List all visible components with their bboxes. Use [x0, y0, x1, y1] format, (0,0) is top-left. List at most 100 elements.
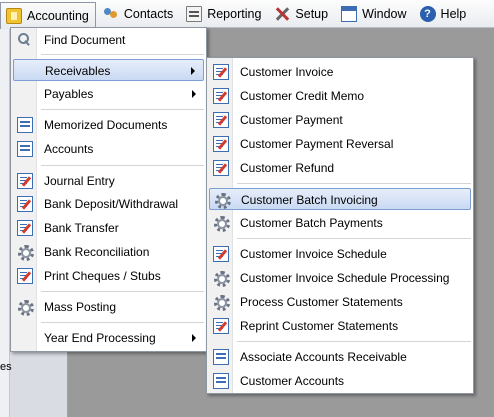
accounting-icon [6, 7, 22, 24]
gear-icon [213, 215, 230, 232]
contacts-icon [103, 6, 119, 22]
menu-item-label: Customer Batch Invoicing [241, 193, 378, 207]
reporting-icon [186, 5, 203, 22]
menu-item-find-document[interactable]: Find Document [13, 29, 204, 51]
menu-item-process-customer-statements[interactable]: Process Customer Statements [209, 291, 471, 313]
menu-item-label: Bank Deposit/Withdrawal [44, 197, 179, 211]
gear-icon [214, 192, 231, 209]
menu-item-label: Bank Reconciliation [44, 245, 150, 259]
menu-help[interactable]: ? Help [415, 2, 473, 26]
menu-separator [237, 341, 471, 342]
search-icon [17, 32, 33, 48]
menu-item-label: Journal Entry [44, 174, 115, 188]
menu-separator [237, 238, 471, 239]
menu-item-journal-entry[interactable]: Journal Entry [13, 170, 204, 192]
document-edit-icon [213, 112, 229, 128]
menu-item-label: Mass Posting [44, 300, 117, 314]
document-edit-icon [213, 64, 229, 80]
menu-item-bank-transfer[interactable]: Bank Transfer [13, 217, 204, 239]
gear-icon [17, 299, 34, 316]
menu-item-customer-invoice-schedule-processing[interactable]: Customer Invoice Schedule Processing [209, 267, 471, 289]
menu-item-receivables[interactable]: Receivables [13, 59, 204, 81]
left-panel-text: es [0, 361, 12, 373]
menu-separator [41, 322, 204, 323]
submenu-arrow-icon [192, 334, 196, 342]
menu-item-label: Process Customer Statements [240, 295, 403, 309]
menu-separator [41, 291, 204, 292]
gear-icon [17, 244, 34, 261]
menu-separator [237, 183, 471, 184]
menu-window[interactable]: Window [336, 2, 412, 26]
menu-item-customer-refund[interactable]: Customer Refund [209, 157, 471, 179]
menu-accounting-label: Accounting [27, 8, 89, 23]
menu-accounting[interactable]: Accounting [0, 1, 96, 29]
menu-item-label: Customer Invoice Schedule [240, 247, 387, 261]
menu-item-payables[interactable]: Payables [13, 83, 204, 105]
receivables-menu: Customer Invoice Customer Credit Memo Cu… [206, 57, 474, 394]
menu-item-customer-accounts[interactable]: Customer Accounts [209, 370, 471, 392]
menu-item-label: Print Cheques / Stubs [44, 269, 161, 283]
list-icon [213, 349, 229, 365]
accounting-menu: Find Document Receivables Payables Memor… [10, 27, 207, 352]
menu-item-customer-credit-memo[interactable]: Customer Credit Memo [209, 85, 471, 107]
menu-item-label: Customer Invoice [240, 65, 334, 79]
window-icon [341, 5, 358, 22]
list-icon [17, 117, 33, 133]
menu-separator [41, 109, 204, 110]
menu-setup-label: Setup [295, 6, 329, 21]
menu-item-mass-posting[interactable]: Mass Posting [13, 296, 204, 318]
menu-item-label: Customer Refund [240, 161, 335, 175]
document-edit-icon [213, 246, 229, 262]
menu-item-accounts[interactable]: Accounts [13, 138, 204, 160]
menu-item-label: Customer Credit Memo [240, 89, 365, 103]
menu-item-print-cheques[interactable]: Print Cheques / Stubs [13, 265, 204, 287]
menu-item-label: Payables [44, 87, 94, 101]
menu-item-label: Receivables [45, 64, 111, 78]
document-edit-icon [17, 268, 33, 284]
submenu-arrow-icon [191, 67, 195, 75]
menu-item-year-end-processing[interactable]: Year End Processing [13, 327, 204, 349]
menu-bar: Accounting Contacts Reporting Setup Wind… [0, 0, 494, 29]
menu-item-label: Customer Payment [240, 113, 343, 127]
menu-item-memorized-documents[interactable]: Memorized Documents [13, 114, 204, 136]
menu-item-label: Customer Payment Reversal [240, 137, 394, 151]
document-edit-icon [213, 318, 229, 334]
document-edit-icon [17, 220, 33, 236]
document-edit-icon [213, 88, 229, 104]
list-icon [213, 373, 229, 389]
menu-item-label: Bank Transfer [44, 221, 119, 235]
menu-item-customer-payment-reversal[interactable]: Customer Payment Reversal [209, 133, 471, 155]
menu-item-label: Memorized Documents [44, 118, 168, 132]
menu-contacts-label: Contacts [123, 6, 174, 21]
menu-item-label: Year End Processing [44, 331, 156, 345]
menu-item-label: Associate Accounts Receivable [240, 350, 407, 364]
menu-window-label: Window [362, 6, 407, 21]
gear-icon [213, 270, 230, 287]
menu-item-customer-batch-payments[interactable]: Customer Batch Payments [209, 212, 471, 234]
menu-setup[interactable]: Setup [269, 2, 334, 26]
menu-item-label: Customer Batch Payments [240, 216, 383, 230]
document-edit-icon [17, 173, 33, 189]
menu-item-label: Find Document [44, 33, 126, 47]
left-panel-strip [0, 28, 10, 417]
menu-item-label: Customer Invoice Schedule Processing [240, 271, 450, 285]
menu-item-label: Reprint Customer Statements [240, 319, 399, 333]
menu-contacts[interactable]: Contacts [98, 2, 179, 26]
submenu-arrow-icon [192, 90, 196, 98]
list-icon [17, 141, 33, 157]
help-icon: ? [419, 5, 436, 22]
menu-help-label: Help [440, 6, 467, 21]
menu-item-reprint-customer-statements[interactable]: Reprint Customer Statements [209, 315, 471, 337]
menu-item-customer-payment[interactable]: Customer Payment [209, 109, 471, 131]
menu-item-associate-accounts-receivable[interactable]: Associate Accounts Receivable [209, 346, 471, 368]
menu-separator [41, 165, 204, 166]
menu-item-customer-invoice[interactable]: Customer Invoice [209, 61, 471, 83]
menu-item-customer-batch-invoicing[interactable]: Customer Batch Invoicing [209, 188, 471, 210]
menu-item-customer-invoice-schedule[interactable]: Customer Invoice Schedule [209, 243, 471, 265]
menu-item-label: Customer Accounts [240, 374, 345, 388]
menu-item-bank-deposit-withdrawal[interactable]: Bank Deposit/Withdrawal [13, 193, 204, 215]
document-edit-icon [213, 160, 229, 176]
document-edit-icon [213, 136, 229, 152]
menu-reporting[interactable]: Reporting [181, 2, 267, 26]
menu-item-bank-reconciliation[interactable]: Bank Reconciliation [13, 241, 204, 263]
